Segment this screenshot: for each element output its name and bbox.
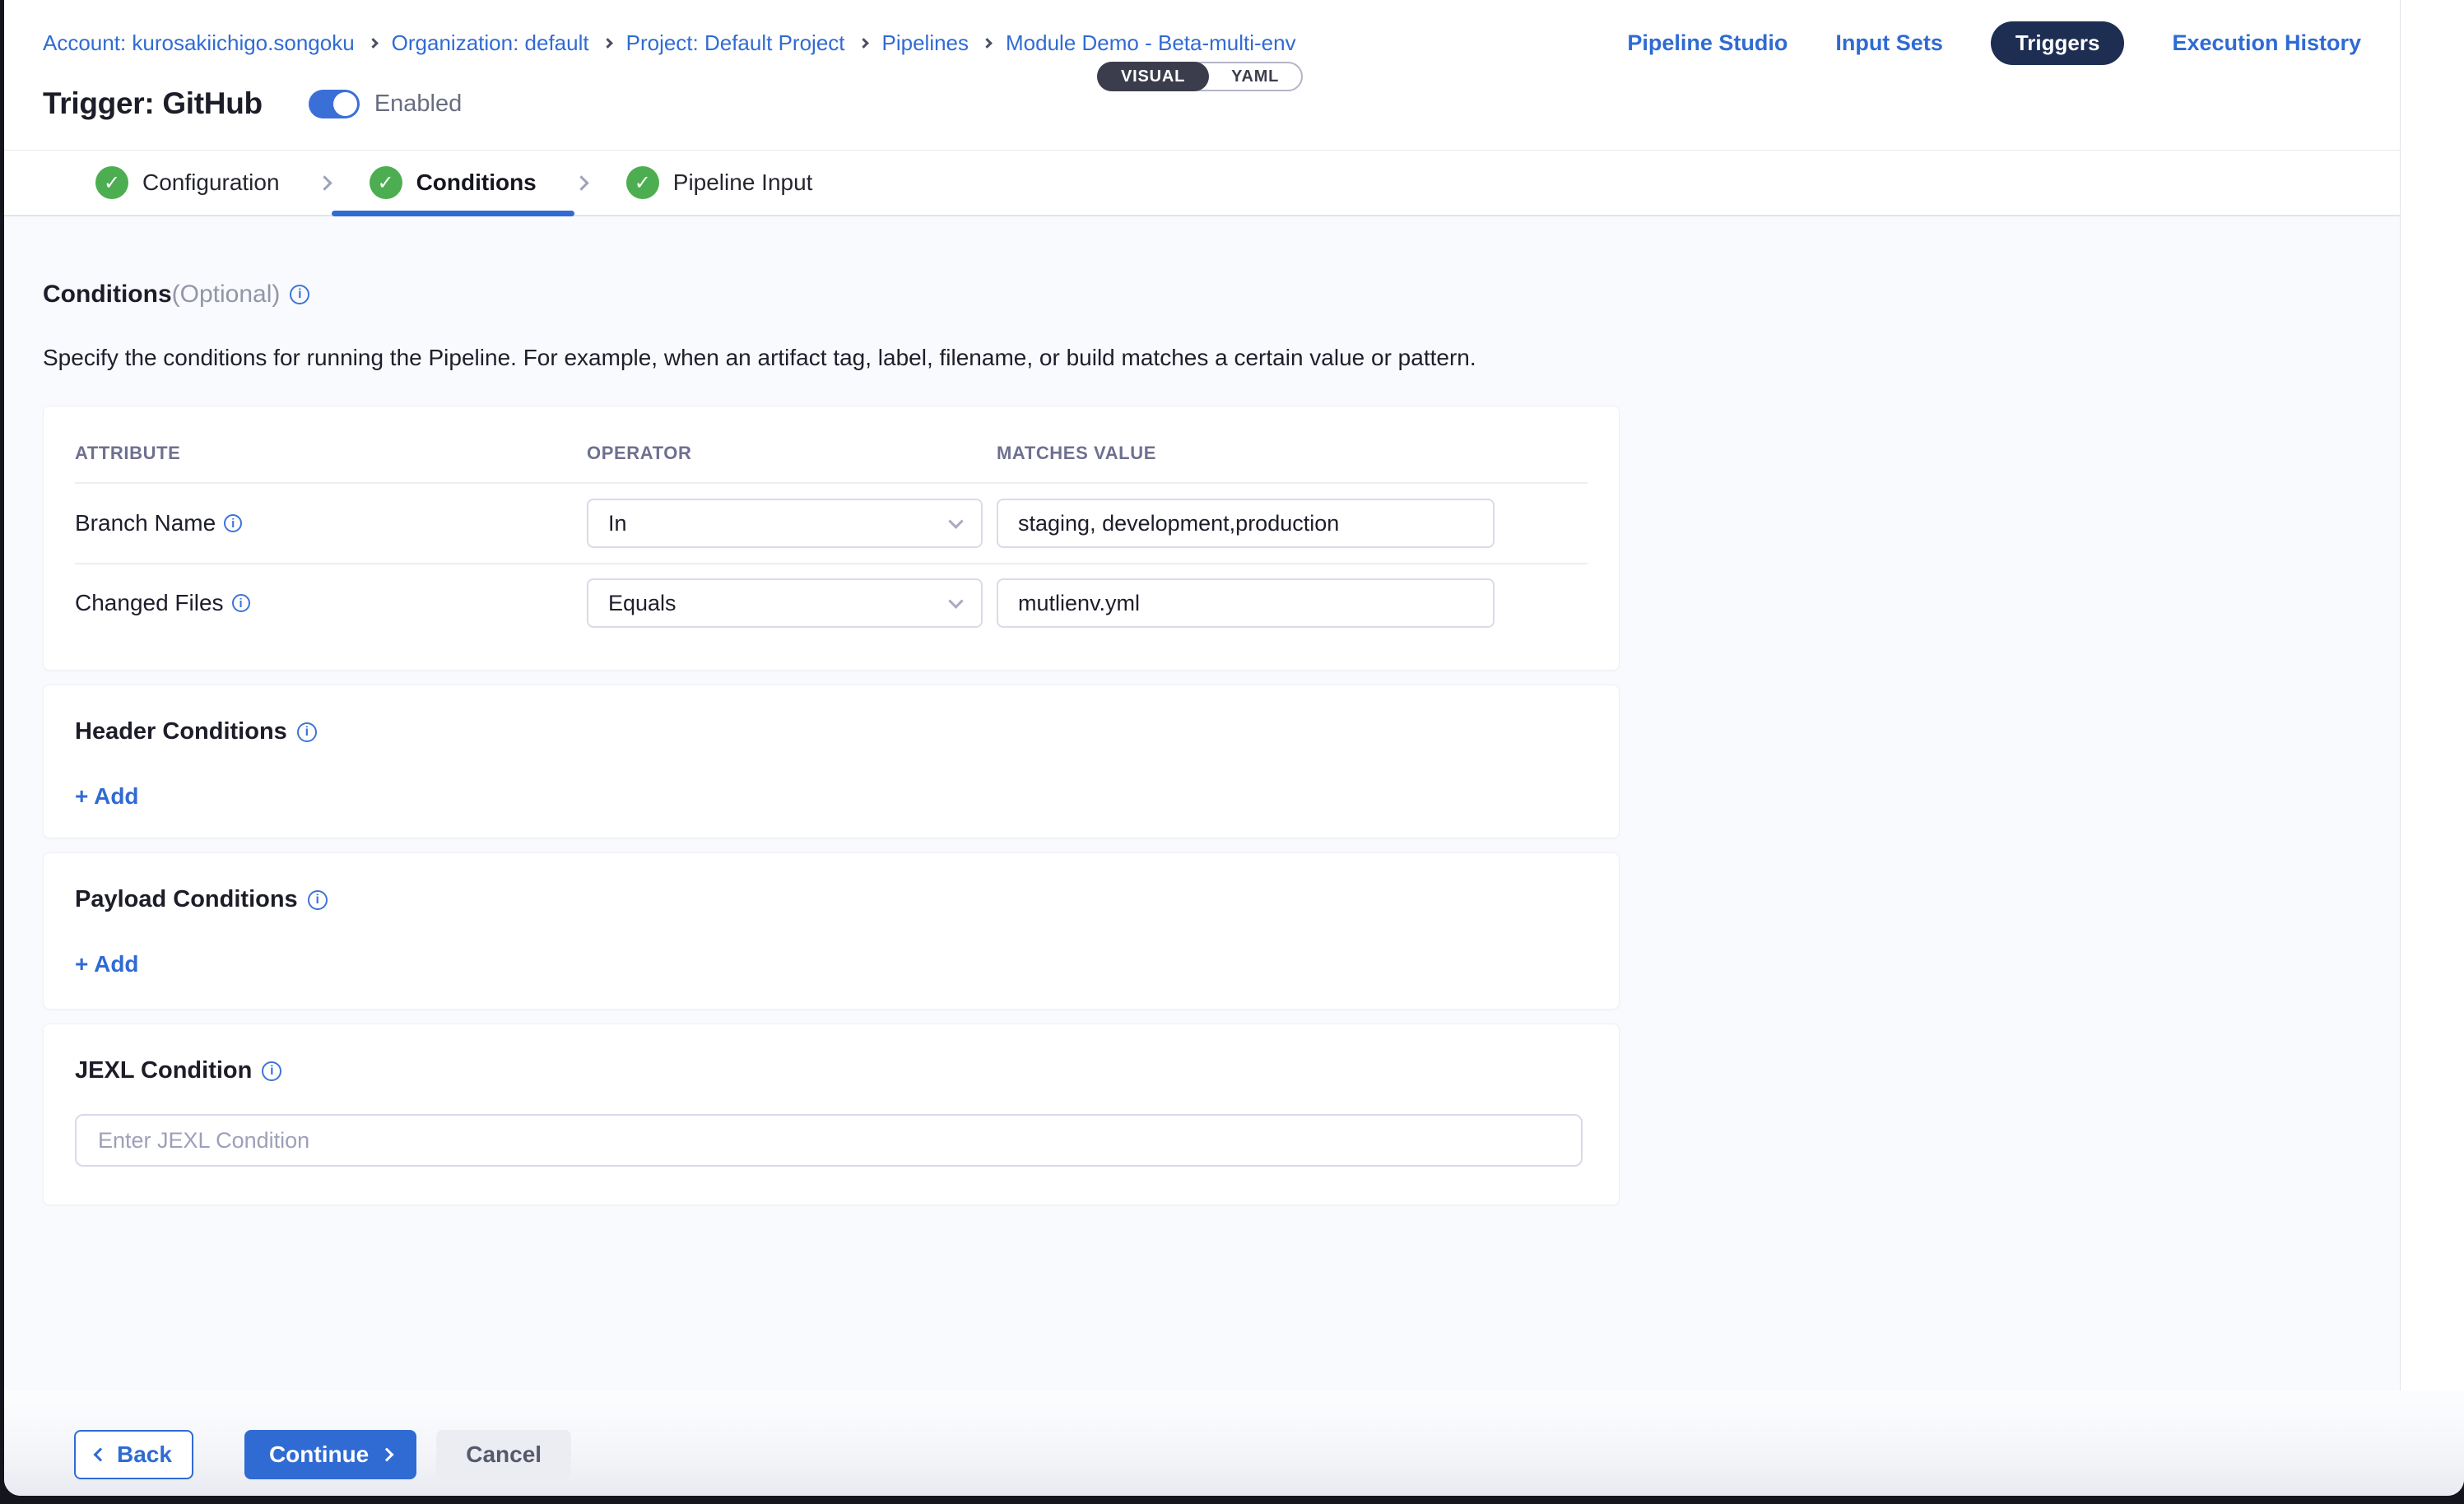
chevron-right-icon: [574, 175, 588, 190]
jexl-title: JEXL Condition: [75, 1057, 252, 1084]
chevron-left-icon: [94, 1448, 108, 1462]
header-conditions-heading: Header Conditions i: [75, 718, 1588, 745]
info-icon[interactable]: i: [290, 285, 309, 304]
header-top-row: Account: kurosakiichigo.songoku Organiza…: [43, 0, 2425, 65]
toggle-knob-icon: [333, 92, 357, 116]
header-conditions-card: Header Conditions i + Add: [43, 685, 1620, 838]
info-icon[interactable]: i: [224, 514, 242, 532]
app-window: Account: kurosakiichigo.songoku Organiza…: [4, 0, 2464, 1496]
table-header-row: ATTRIBUTE OPERATOR MATCHES VALUE: [75, 406, 1588, 484]
add-header-condition-button[interactable]: + Add: [75, 783, 139, 810]
tab-label: Conditions: [416, 169, 537, 196]
jexl-condition-card: JEXL Condition i: [43, 1024, 1620, 1205]
enabled-label: Enabled: [374, 91, 462, 118]
table-row-branch-name: Branch Name i In: [75, 484, 1588, 563]
cancel-button[interactable]: Cancel: [436, 1430, 571, 1479]
attribute-label: Branch Name i: [75, 510, 587, 536]
value-cell: [997, 499, 1588, 548]
tab-label: Pipeline Input: [673, 169, 813, 196]
attribute-text: Branch Name: [75, 510, 216, 536]
section-heading: Conditions (Optional) i: [43, 281, 2464, 309]
column-header-matches-value: MATCHES VALUE: [997, 443, 1588, 464]
payload-conditions-title: Payload Conditions: [75, 886, 298, 913]
pipeline-nav: Pipeline Studio Input Sets Triggers Exec…: [1627, 21, 2361, 65]
visual-yaml-switch: VISUAL YAML: [1097, 62, 1303, 91]
branch-matches-value-input[interactable]: [997, 499, 1495, 548]
page-header: Account: kurosakiichigo.songoku Organiza…: [4, 0, 2464, 151]
branch-operator-select[interactable]: In: [587, 499, 983, 548]
nav-input-sets[interactable]: Input Sets: [1835, 30, 1943, 56]
optional-label: (Optional): [172, 281, 281, 309]
table-row-changed-files: Changed Files i Equals: [75, 563, 1588, 642]
chevron-right-icon: [317, 175, 332, 190]
back-label: Back: [117, 1441, 172, 1468]
chevron-down-icon: [948, 513, 963, 528]
chevron-right-icon: [368, 38, 379, 49]
attribute-text: Changed Files: [75, 590, 224, 616]
check-circle-icon: ✓: [95, 166, 128, 199]
operator-cell: In: [587, 499, 997, 548]
nav-execution-history[interactable]: Execution History: [2172, 30, 2361, 56]
chevron-right-icon: [602, 38, 613, 49]
info-icon[interactable]: i: [308, 890, 328, 910]
visual-toggle-option[interactable]: VISUAL: [1097, 62, 1209, 91]
info-icon[interactable]: i: [262, 1061, 281, 1081]
tab-pipeline-input[interactable]: ✓ Pipeline Input: [588, 151, 851, 215]
tab-configuration[interactable]: ✓ Configuration: [58, 151, 318, 215]
desktop: { "breadcrumb": { "items": [ "Account: k…: [0, 0, 2464, 1504]
breadcrumb-project[interactable]: Project: Default Project: [626, 30, 845, 56]
conditions-panel: Conditions (Optional) i Specify the cond…: [4, 216, 2464, 1390]
chevron-down-icon: [948, 593, 963, 608]
operator-cell: Equals: [587, 578, 997, 628]
breadcrumb: Account: kurosakiichigo.songoku Organiza…: [43, 30, 1296, 56]
jexl-heading: JEXL Condition i: [75, 1057, 1588, 1084]
yaml-toggle-option[interactable]: YAML: [1209, 63, 1301, 90]
chevron-right-icon: [380, 1448, 394, 1462]
payload-conditions-heading: Payload Conditions i: [75, 886, 1588, 913]
continue-button[interactable]: Continue: [244, 1430, 416, 1479]
chevron-right-icon: [982, 38, 993, 49]
info-icon[interactable]: i: [297, 722, 317, 742]
breadcrumb-pipeline-name[interactable]: Module Demo - Beta-multi-env: [1006, 30, 1296, 56]
enabled-toggle[interactable]: [309, 90, 360, 118]
payload-conditions-card: Payload Conditions i + Add: [43, 852, 1620, 1010]
attribute-label: Changed Files i: [75, 590, 587, 616]
info-icon[interactable]: i: [232, 594, 250, 612]
right-gutter: [2400, 0, 2464, 1390]
selected-operator: Equals: [608, 591, 676, 616]
page-title: Trigger: GitHub: [43, 86, 263, 121]
breadcrumb-account[interactable]: Account: kurosakiichigo.songoku: [43, 30, 355, 56]
changed-files-matches-value-input[interactable]: [997, 578, 1495, 628]
breadcrumb-pipelines[interactable]: Pipelines: [882, 30, 969, 56]
wizard-tabbar: ✓ Configuration ✓ Conditions ✓ Pipeline …: [4, 151, 2464, 216]
selected-operator: In: [608, 511, 627, 536]
value-cell: [997, 578, 1588, 628]
continue-label: Continue: [269, 1441, 369, 1468]
nav-pipeline-studio[interactable]: Pipeline Studio: [1627, 30, 1788, 56]
jexl-condition-input[interactable]: [75, 1114, 1583, 1167]
attribute-conditions-card: ATTRIBUTE OPERATOR MATCHES VALUE Branch …: [43, 406, 1620, 671]
header-conditions-title: Header Conditions: [75, 718, 287, 745]
column-header-operator: OPERATOR: [587, 443, 997, 464]
section-title: Conditions: [43, 281, 172, 309]
column-header-attribute: ATTRIBUTE: [75, 443, 587, 464]
breadcrumb-organization[interactable]: Organization: default: [392, 30, 589, 56]
footer-actions: Back Continue Cancel: [4, 1390, 2464, 1496]
add-payload-condition-button[interactable]: + Add: [75, 951, 139, 977]
check-circle-icon: ✓: [370, 166, 402, 199]
nav-triggers[interactable]: Triggers: [1991, 21, 2125, 65]
section-description: Specify the conditions for running the P…: [43, 345, 2464, 371]
title-row: Trigger: GitHub Enabled: [43, 86, 2425, 121]
tab-conditions[interactable]: ✓ Conditions: [332, 151, 574, 215]
changed-files-operator-select[interactable]: Equals: [587, 578, 983, 628]
tab-label: Configuration: [142, 169, 280, 196]
check-circle-icon: ✓: [626, 166, 659, 199]
chevron-right-icon: [858, 38, 869, 49]
back-button[interactable]: Back: [74, 1430, 193, 1479]
